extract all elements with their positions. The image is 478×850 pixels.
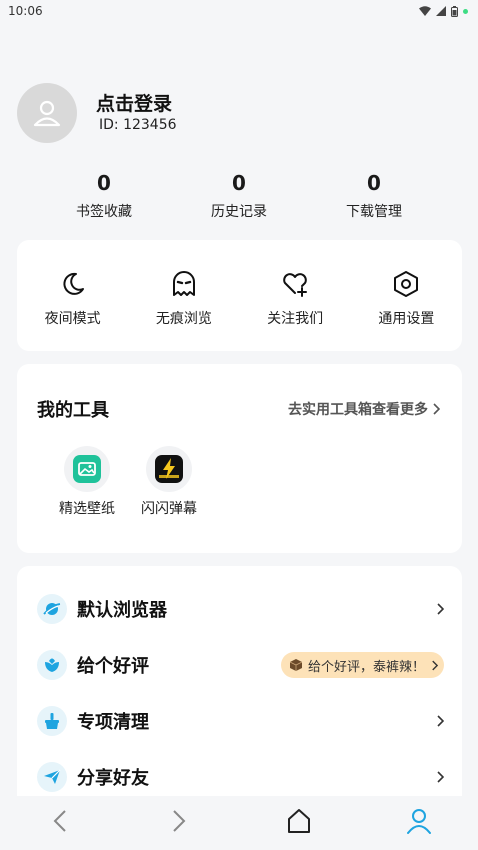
promo-text: 给个好评，泰裤辣！ [307,659,425,675]
menu-label: 给个好评 [77,656,149,677]
chevron-right-icon [437,771,444,783]
moon-icon [63,272,84,295]
stat-value: 0 [232,171,246,195]
tools-more-link[interactable]: 去实用工具箱查看更多 [288,399,440,419]
broom-icon [45,713,59,729]
quick-label: 夜间模式 [44,311,101,327]
send-icon [44,769,61,784]
heart-plus-icon [283,273,308,297]
nav-profile-button[interactable] [404,806,434,836]
stat-label: 下载管理 [346,204,402,220]
chevron-right-icon [437,715,444,727]
quick-label: 无痕浏览 [155,311,212,327]
stat-value: 0 [367,171,381,195]
menu-label: 专项清理 [77,712,149,733]
tool-danmaku[interactable]: 闪闪弹幕 [128,446,210,518]
quick-settings[interactable]: 通用设置 [351,240,462,351]
list-icon-wrap [37,762,67,792]
list-icon-wrap [37,706,67,736]
stat-label: 历史记录 [211,204,267,220]
chevron-right-icon [432,660,438,670]
promo-badge[interactable]: 给个好评，泰裤辣！ [280,652,444,678]
quick-label: 通用设置 [378,311,435,327]
chevron-right-icon [173,810,186,832]
nav-forward-button[interactable] [164,806,194,836]
menu-label: 分享好友 [77,768,149,789]
user-icon [407,809,431,834]
quick-actions-card: 夜间模式 无痕浏览 关注我们 通用设置 [17,240,462,351]
stat-label: 书签收藏 [76,204,132,220]
menu-rate-us[interactable]: 给个好评 给个好评，泰裤辣！ [17,637,462,693]
box-icon [289,659,302,671]
menu-default-browser[interactable]: 默认浏览器 [17,581,462,637]
flower-icon [45,658,59,672]
battery-icon [451,5,458,17]
danmaku-icon [155,455,183,483]
quick-follow-us[interactable]: 关注我们 [240,240,351,351]
wifi-icon [419,6,431,16]
notification-dot [463,8,468,14]
chevron-right-icon [433,403,440,415]
ghost-icon [172,271,195,296]
menu-label: 默认浏览器 [77,600,167,621]
menu-clean-up[interactable]: 专项清理 [17,693,462,749]
status-bar: 10:06 [0,0,478,22]
user-id: ID: 123456 [99,117,177,133]
login-title[interactable]: 点击登录 [96,92,177,116]
status-icons [419,5,468,17]
quick-night-mode[interactable]: 夜间模式 [17,240,128,351]
quick-label: 关注我们 [267,311,324,327]
stat-downloads[interactable]: 0 下载管理 [307,170,441,221]
wallpaper-icon [73,455,101,483]
stat-history[interactable]: 0 历史记录 [172,170,306,221]
tool-label: 精选壁纸 [59,501,115,517]
list-icon-wrap [37,650,67,680]
settings-list-card: 默认浏览器 给个好评 给个好评，泰裤辣！ 专项清理 分享好友 [17,566,462,816]
user-avatar-icon [33,100,61,127]
settings-hexagon-icon [394,271,419,297]
stat-bookmarks[interactable]: 0 书签收藏 [37,170,171,221]
chevron-left-icon [53,810,66,832]
tool-wallpaper[interactable]: 精选壁纸 [46,446,128,518]
nav-home-button[interactable] [284,806,314,836]
avatar[interactable] [17,83,77,143]
tools-more-label: 去实用工具箱查看更多 [288,402,428,418]
bottom-nav [0,796,478,850]
stats-row: 0 书签收藏 0 历史记录 0 下载管理 [37,170,441,221]
tool-icon-wrap [64,446,110,492]
my-tools-card: 我的工具 去实用工具箱查看更多 精选壁纸 闪闪弹幕 [17,364,462,553]
stat-value: 0 [97,171,111,195]
tool-label: 闪闪弹幕 [141,501,197,517]
list-icon-wrap [37,594,67,624]
tools-title: 我的工具 [37,400,109,421]
planet-icon [43,603,61,615]
profile-header[interactable]: 点击登录 ID: 123456 [17,83,177,143]
status-time: 10:06 [8,4,43,18]
chevron-right-icon [437,603,444,615]
home-icon [288,809,310,833]
tool-icon-wrap [146,446,192,492]
quick-incognito[interactable]: 无痕浏览 [128,240,239,351]
nav-back-button[interactable] [45,806,75,836]
signal-icon [436,6,446,16]
